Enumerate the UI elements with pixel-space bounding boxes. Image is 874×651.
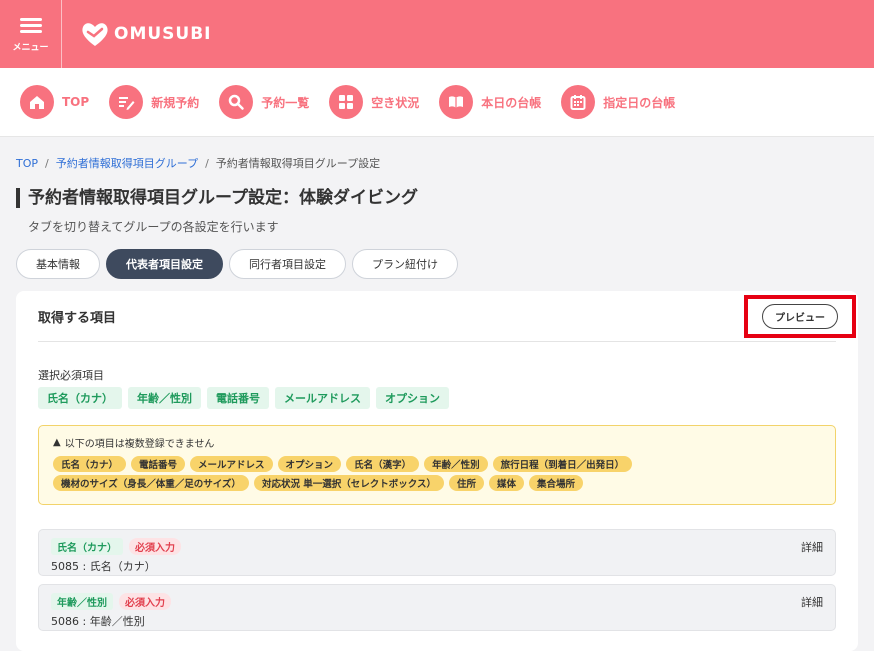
- breadcrumb: TOP / 予約者情報取得項目グループ / 予約者情報取得項目グループ設定: [16, 137, 858, 170]
- nav-top[interactable]: TOP: [20, 85, 89, 119]
- nav-label: 新規予約: [151, 95, 200, 110]
- field-item-text: 5085 : 氏名（カナ）: [51, 560, 156, 573]
- brand-logo[interactable]: OMUSUBI: [80, 21, 212, 47]
- warning-icon: ▲: [53, 437, 61, 448]
- card-tags: 年齢／性別 必須入力: [51, 593, 823, 610]
- single-only-chip: 集合場所: [529, 475, 584, 491]
- breadcrumb-group[interactable]: 予約者情報取得項目グループ: [56, 157, 198, 170]
- field-item-card: 年齢／性別 必須入力 5086 : 年齢／性別 詳細: [38, 584, 836, 631]
- single-only-chip: 電話番号: [131, 456, 186, 472]
- single-only-chip: 氏名（漢字）: [346, 456, 420, 472]
- warning-text: 以下の項目は複数登録できません: [64, 439, 215, 450]
- field-item-text: 5086 : 年齢／性別: [51, 615, 145, 628]
- breadcrumb-separator: /: [205, 157, 209, 170]
- field-type-tag: 年齢／性別: [51, 593, 113, 610]
- single-only-chip: 年齢／性別: [424, 456, 488, 472]
- calendar-icon: [561, 85, 596, 119]
- items-panel: 取得する項目 プレビュー 選択必須項目 氏名（カナ） 年齢／性別 電話番号 メー…: [16, 291, 858, 651]
- panel-header: 取得する項目 プレビュー: [38, 291, 856, 342]
- required-chip: 氏名（カナ）: [38, 387, 122, 409]
- required-chip: オプション: [376, 387, 449, 409]
- nav-availability[interactable]: 空き状況: [329, 85, 419, 119]
- nav-label: 空き状況: [371, 95, 420, 110]
- single-only-chip: 対応状況 単一選択（セレクトボックス）: [253, 475, 444, 491]
- nav-label: 予約一覧: [261, 95, 310, 110]
- tab-plan-link[interactable]: プラン紐付け: [352, 249, 458, 279]
- card-tags: 氏名（カナ） 必須入力: [51, 538, 823, 555]
- single-only-chips: 氏名（カナ） 電話番号 メールアドレス オプション 氏名（漢字） 年齢／性別 旅…: [53, 456, 693, 494]
- nav-date-ledger[interactable]: 指定日の台帳: [561, 85, 675, 119]
- heart-hand-logo-icon: [82, 23, 108, 46]
- warning-title: ▲ 以下の項目は複数登録できません: [53, 435, 821, 450]
- field-item-card: 氏名（カナ） 必須入力 5085 : 氏名（カナ） 詳細: [38, 529, 836, 576]
- book-icon: [439, 85, 474, 119]
- menu-button[interactable]: メニュー: [0, 0, 62, 68]
- single-only-chip: 機材のサイズ（身長／体重／足のサイズ）: [53, 475, 249, 491]
- nav-reservation-list[interactable]: 予約一覧: [219, 85, 309, 119]
- tab-companion-items[interactable]: 同行者項目設定: [229, 249, 346, 279]
- nav-label: 本日の台帳: [481, 95, 542, 110]
- single-only-chip: 媒体: [488, 475, 524, 491]
- nav-label: 指定日の台帳: [603, 95, 676, 110]
- home-icon: [20, 85, 54, 119]
- brand-name: OMUSUBI: [114, 24, 212, 44]
- breadcrumb-separator: /: [45, 157, 49, 170]
- detail-link[interactable]: 詳細: [801, 594, 823, 610]
- required-chip: 年齢／性別: [128, 387, 201, 409]
- required-chip: 電話番号: [207, 387, 269, 409]
- warning-box: ▲ 以下の項目は複数登録できません 氏名（カナ） 電話番号 メールアドレス オプ…: [38, 425, 836, 505]
- required-badge: 必須入力: [119, 593, 171, 610]
- page-subtitle: タブを切り替えてグループの各設定を行います: [28, 220, 279, 234]
- required-badge: 必須入力: [129, 538, 181, 555]
- single-only-chip: メールアドレス: [190, 456, 273, 472]
- tab-basic-info[interactable]: 基本情報: [16, 249, 100, 279]
- menu-label: メニュー: [12, 43, 49, 53]
- nav-new-reservation[interactable]: 新規予約: [109, 85, 199, 119]
- breadcrumb-top[interactable]: TOP: [16, 157, 38, 170]
- tab-bar: 基本情報 代表者項目設定 同行者項目設定 プラン紐付け: [16, 249, 858, 279]
- nav-label: TOP: [62, 95, 90, 109]
- panel-title: 取得する項目: [38, 310, 117, 326]
- hamburger-icon: [19, 15, 42, 36]
- search-icon: [219, 85, 254, 119]
- grid-icon: [329, 85, 364, 119]
- breadcrumb-current: 予約者情報取得項目グループ設定: [215, 157, 381, 170]
- top-bar: メニュー OMUSUBI: [0, 0, 874, 68]
- single-only-chip: オプション: [277, 456, 342, 472]
- main-content: TOP / 予約者情報取得項目グループ / 予約者情報取得項目グループ設定 予約者情報取…: [0, 137, 874, 651]
- nav-today-ledger[interactable]: 本日の台帳: [439, 85, 541, 119]
- main-nav: TOP 新規予約 予約一覧 空き状況 本日の台帳 指定日の台帳: [0, 68, 874, 137]
- field-type-tag: 氏名（カナ）: [51, 538, 123, 555]
- single-only-chip: 旅行日程（到着日／出発日）: [492, 456, 633, 472]
- required-chip: メールアドレス: [275, 387, 370, 409]
- required-chips: 氏名（カナ） 年齢／性別 電話番号 メールアドレス オプション: [38, 387, 836, 409]
- page-title: 予約者情報取得項目グループ設定：体験ダイビング: [16, 188, 858, 208]
- single-only-chip: 住所: [448, 475, 484, 491]
- detail-link[interactable]: 詳細: [801, 539, 823, 555]
- required-items-label: 選択必須項目: [38, 369, 104, 382]
- single-only-chip: 氏名（カナ）: [53, 456, 127, 472]
- edit-icon: [109, 85, 144, 119]
- tab-representative-items[interactable]: 代表者項目設定: [106, 249, 223, 279]
- preview-button[interactable]: プレビュー: [762, 303, 838, 329]
- preview-highlight: プレビュー: [744, 294, 856, 338]
